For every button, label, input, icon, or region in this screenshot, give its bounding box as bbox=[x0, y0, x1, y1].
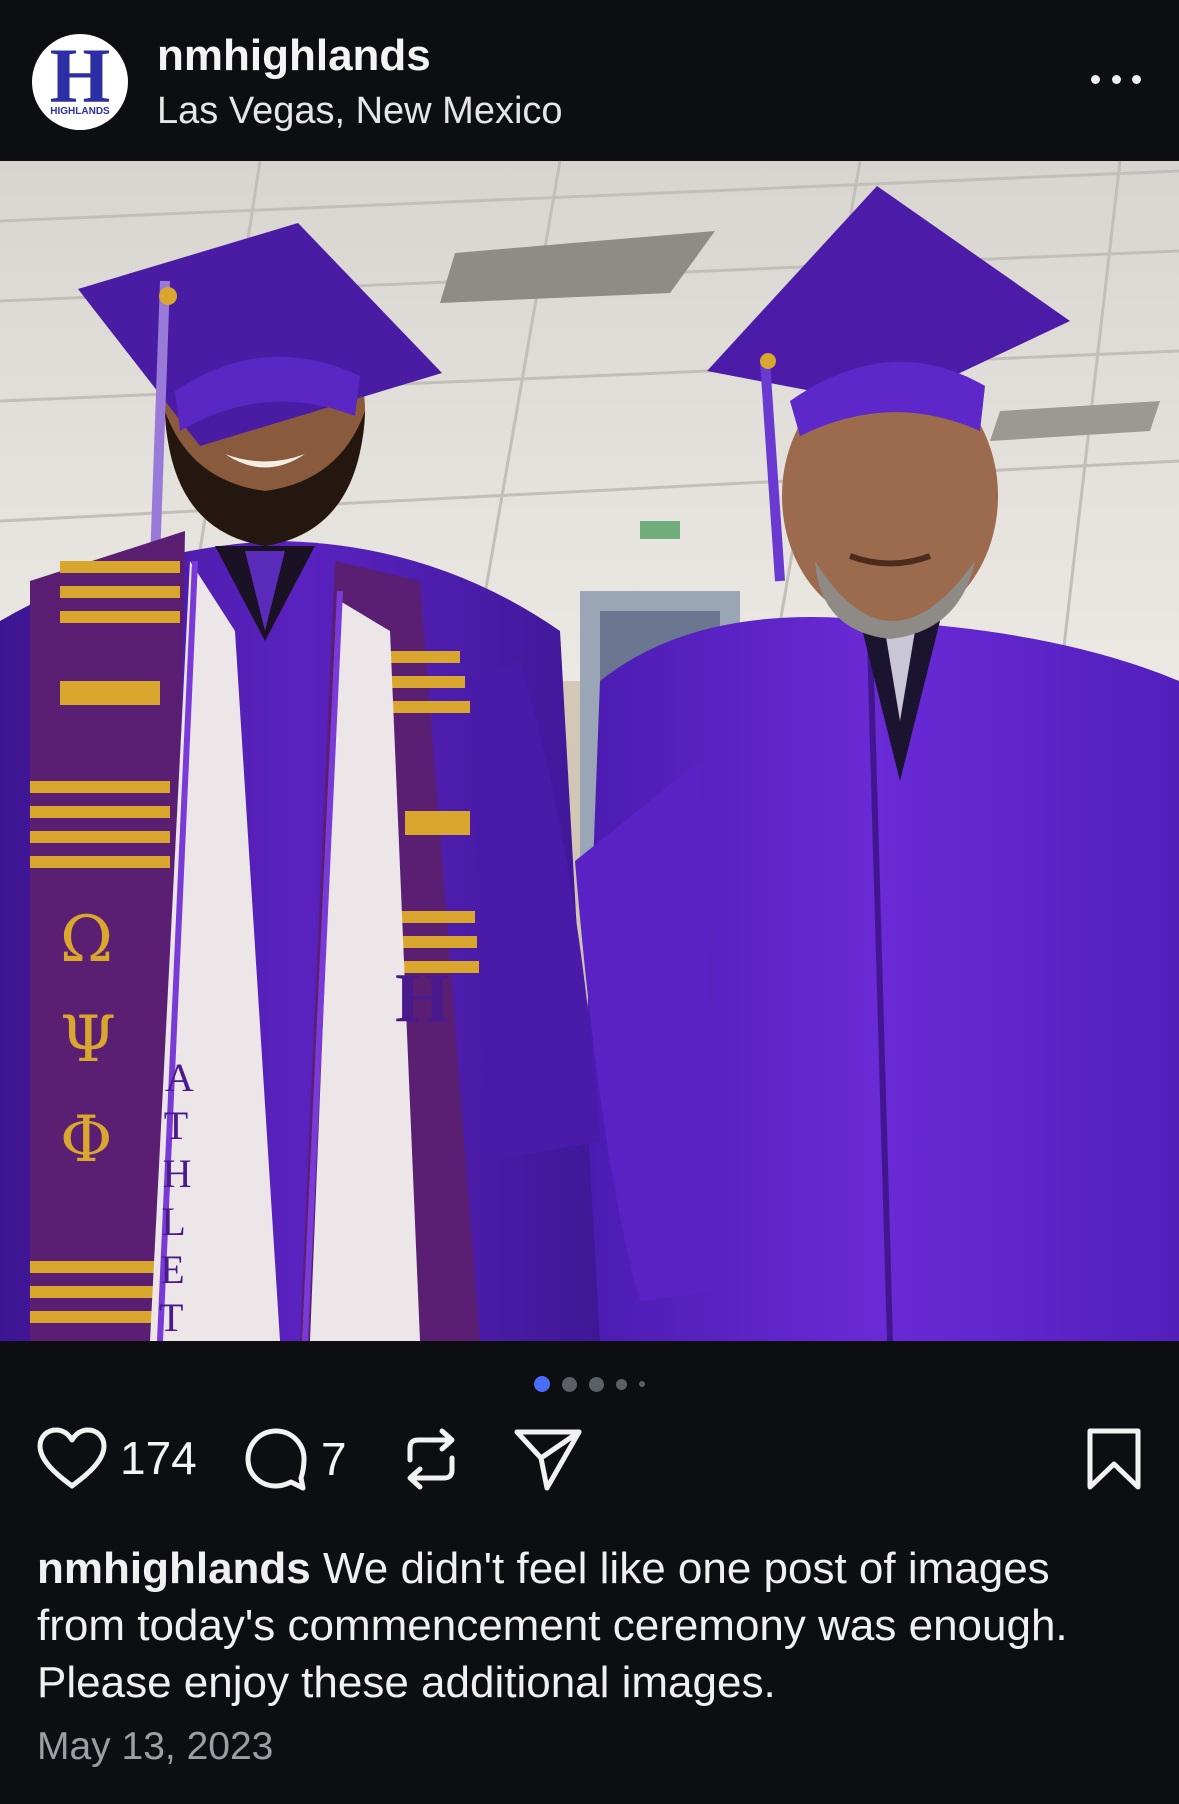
stole-letter: T bbox=[159, 1295, 183, 1340]
stole-letter: A bbox=[165, 1055, 194, 1100]
avatar[interactable]: H HIGHLANDS bbox=[32, 34, 128, 130]
more-dot-icon bbox=[1091, 74, 1100, 84]
avatar-logo-text: HIGHLANDS bbox=[50, 106, 110, 117]
more-dot-icon bbox=[1111, 74, 1121, 84]
carousel-dot bbox=[616, 1378, 627, 1390]
account-info: nmhighlands Las Vegas, New Mexico bbox=[157, 30, 563, 136]
stole-letter: T bbox=[164, 1103, 188, 1148]
repost-action bbox=[400, 1426, 462, 1492]
bookmark-icon[interactable] bbox=[1085, 1426, 1143, 1492]
comment-action: 7 bbox=[243, 1426, 347, 1492]
action-bar: 174 7 bbox=[36, 1426, 1143, 1506]
username[interactable]: nmhighlands bbox=[157, 30, 563, 82]
carousel-dot bbox=[562, 1376, 577, 1392]
graduates-photo: H Ω Ψ Φ ATHLET bbox=[0, 161, 1179, 1341]
caption-username[interactable]: nmhighlands bbox=[37, 1544, 311, 1593]
location[interactable]: Las Vegas, New Mexico bbox=[157, 86, 563, 136]
share-action bbox=[513, 1426, 583, 1492]
instagram-post: H HIGHLANDS nmhighlands Las Vegas, New M… bbox=[0, 0, 1179, 1804]
stole-logo-letter: H bbox=[395, 960, 449, 1037]
post-header: H HIGHLANDS nmhighlands Las Vegas, New M… bbox=[0, 0, 1179, 161]
save-action bbox=[1085, 1426, 1143, 1492]
post-photo[interactable]: H Ω Ψ Φ ATHLET bbox=[0, 161, 1179, 1341]
carousel-dot bbox=[639, 1381, 645, 1387]
comment-icon[interactable] bbox=[243, 1426, 309, 1492]
more-options-button[interactable] bbox=[1091, 62, 1141, 96]
stole-letter: L bbox=[161, 1199, 185, 1244]
avatar-logo-letter: H bbox=[49, 34, 111, 119]
heart-icon[interactable] bbox=[36, 1426, 108, 1490]
carousel-indicator bbox=[0, 1376, 1179, 1392]
stole-letter: H bbox=[163, 1151, 192, 1196]
greek-letter-phi: Φ bbox=[60, 1103, 112, 1177]
greek-letter-omega: Ω bbox=[60, 903, 113, 977]
post-caption: nmhighlands We didn't feel like one post… bbox=[37, 1540, 1147, 1711]
more-dot-icon bbox=[1132, 74, 1141, 84]
stole-letter: E bbox=[160, 1247, 184, 1292]
greek-letter-psi: Ψ bbox=[60, 1003, 116, 1077]
post-date: May 13, 2023 bbox=[37, 1725, 274, 1768]
send-icon[interactable] bbox=[513, 1426, 583, 1492]
carousel-dot bbox=[534, 1376, 550, 1392]
like-count[interactable]: 174 bbox=[120, 1431, 197, 1485]
carousel-dot bbox=[589, 1376, 604, 1392]
repost-icon[interactable] bbox=[400, 1426, 462, 1492]
like-action: 174 bbox=[36, 1426, 197, 1490]
comment-count[interactable]: 7 bbox=[321, 1432, 347, 1486]
